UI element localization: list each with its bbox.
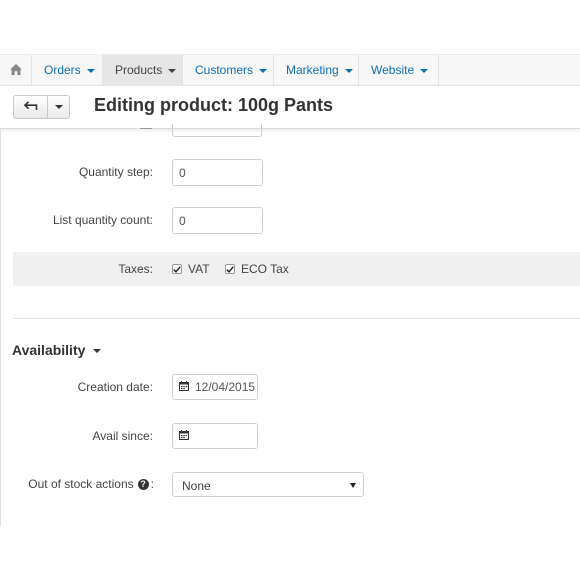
vat-checkbox[interactable]: [172, 264, 182, 274]
availability-title: Availability: [12, 342, 86, 358]
eco-tax-label: ECO Tax: [241, 262, 289, 276]
page-title: Editing product: 100g Pants: [94, 95, 334, 115]
calendar-icon: [179, 429, 189, 443]
out-of-stock-label-group: Out of stock actions?:: [28, 477, 154, 491]
nav-products[interactable]: Products: [103, 55, 183, 86]
top-navigation: Orders Products Customers Marketing Webs…: [0, 54, 580, 86]
availability-section-toggle[interactable]: Availability: [12, 342, 102, 358]
select-arrow-icon: [350, 483, 356, 488]
back-dropdown-button[interactable]: [48, 96, 69, 118]
list-quantity-count-label: List quantity count:: [52, 213, 153, 227]
taxes-row: [13, 252, 580, 286]
avail-since-field[interactable]: [172, 423, 258, 449]
section-divider: [13, 318, 580, 319]
chevron-down-icon: [54, 105, 63, 109]
nav-marketing-label: Marketing: [286, 63, 339, 77]
nav-orders-label: Orders: [44, 63, 81, 77]
out-of-stock-selected-value: None: [182, 479, 211, 493]
content-left-border: [0, 128, 1, 526]
nav-products-label: Products: [115, 63, 163, 77]
home-icon: [9, 63, 22, 78]
creation-date-label: Creation date:: [77, 380, 153, 394]
home-button[interactable]: [0, 55, 32, 86]
checkmark-icon: [173, 265, 181, 273]
nav-website[interactable]: Website: [359, 55, 439, 86]
quantity-step-label: Quantity step:: [78, 165, 153, 179]
vat-label: VAT: [188, 262, 210, 276]
eco-tax-checkbox[interactable]: [225, 264, 235, 274]
back-button-group: [13, 95, 70, 119]
nav-orders[interactable]: Orders: [32, 55, 103, 86]
out-of-stock-select[interactable]: None: [172, 472, 364, 497]
back-arrow-icon: [23, 100, 38, 114]
help-icon[interactable]: ?: [137, 479, 149, 491]
chevron-down-icon: [420, 68, 429, 73]
out-of-stock-colon: :: [150, 477, 154, 491]
quantity-step-input[interactable]: [172, 159, 263, 186]
calendar-icon: [179, 380, 189, 394]
chevron-down-icon: [344, 68, 353, 73]
list-quantity-count-input[interactable]: [172, 207, 263, 234]
nav-website-label: Website: [371, 63, 415, 77]
creation-date-value: 12/04/2015: [195, 380, 256, 394]
creation-date-field[interactable]: 12/04/2015: [172, 374, 258, 400]
chevron-down-icon: [259, 68, 268, 73]
checkmark-icon: [226, 265, 234, 273]
out-of-stock-label: Out of stock actions: [28, 477, 134, 491]
back-button[interactable]: [14, 96, 48, 118]
chevron-down-icon: [86, 68, 95, 73]
avail-since-label: Avail since:: [92, 429, 153, 443]
scrolled-label-fragment: [140, 124, 152, 129]
nav-marketing[interactable]: Marketing: [274, 55, 359, 86]
scrolled-input-fragment[interactable]: [172, 124, 262, 137]
title-bar: Editing product: 100g Pants: [0, 86, 580, 129]
chevron-down-icon: [168, 68, 177, 73]
nav-customers-label: Customers: [195, 63, 254, 77]
chevron-down-icon: [93, 349, 102, 354]
taxes-label: Taxes:: [118, 262, 153, 276]
nav-customers[interactable]: Customers: [183, 55, 274, 86]
